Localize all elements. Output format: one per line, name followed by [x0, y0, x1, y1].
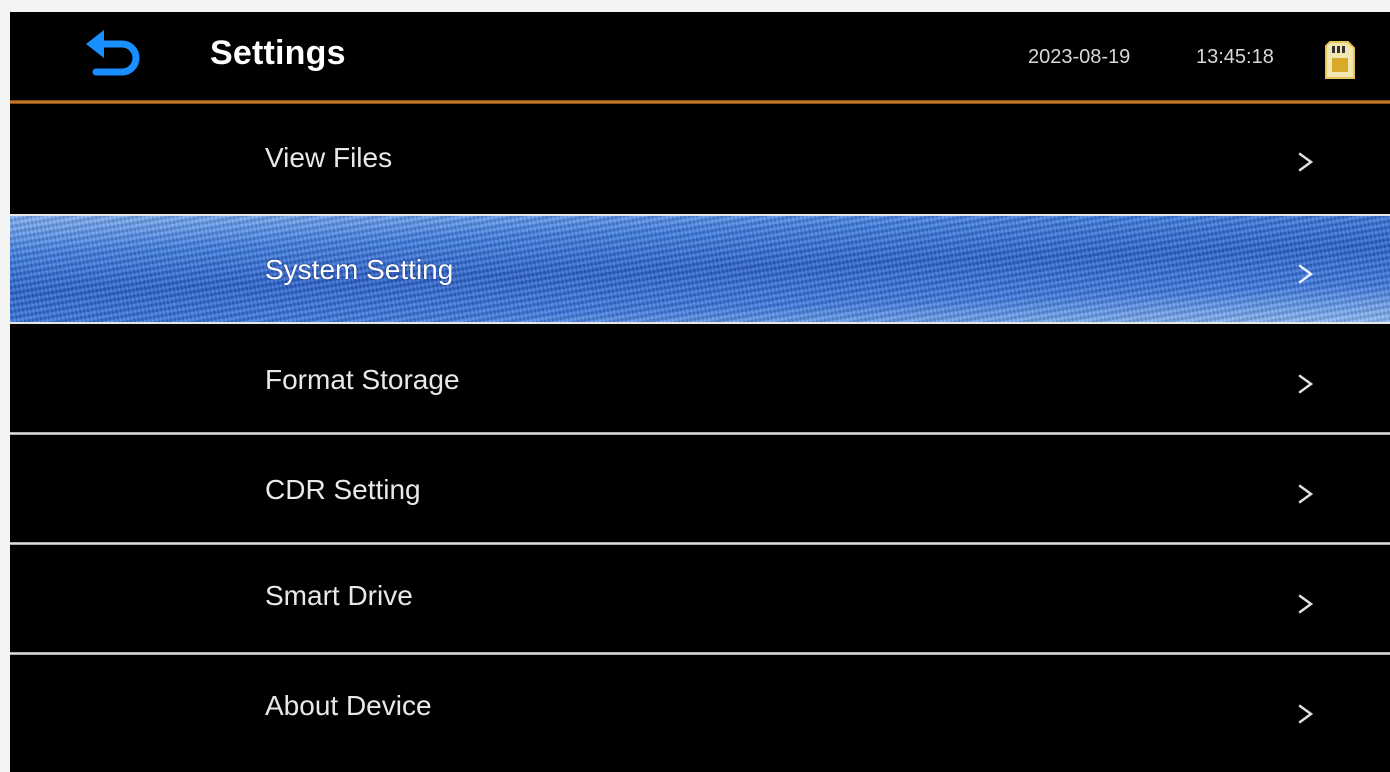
chevron-right-icon	[1298, 484, 1314, 504]
menu-item-system-setting[interactable]: System Setting	[10, 214, 1390, 324]
menu-item-cdr-setting[interactable]: CDR Setting	[10, 436, 1390, 546]
chevron-right-icon	[1298, 374, 1314, 394]
page-title: Settings	[210, 34, 346, 72]
menu-item-label: System Setting	[265, 254, 454, 285]
back-button[interactable]	[78, 26, 150, 86]
menu-item-label: Format Storage	[265, 364, 460, 395]
settings-screen: Settings 2023-08-19 13:45:18 View Files …	[10, 12, 1390, 772]
chevron-right-icon	[1298, 264, 1314, 284]
menu-item-about-device[interactable]: About Device	[10, 656, 1390, 766]
date-display: 2023-08-19	[1028, 46, 1131, 68]
menu-item-smart-drive[interactable]: Smart Drive	[10, 546, 1390, 656]
chevron-right-icon	[1298, 594, 1314, 614]
menu-item-label: View Files	[265, 142, 393, 173]
header-bar: Settings 2023-08-19 13:45:18	[10, 12, 1390, 100]
menu-item-label: About Device	[265, 690, 432, 721]
chevron-right-icon	[1298, 704, 1314, 724]
chevron-right-icon	[1298, 152, 1314, 172]
time-display: 13:45:18	[1196, 46, 1274, 68]
sd-card-icon	[1325, 41, 1355, 79]
menu-divider	[10, 432, 1390, 435]
back-arrow-icon	[86, 30, 140, 76]
menu-divider	[10, 652, 1390, 655]
settings-menu: View Files System Setting Format Storage…	[10, 104, 1390, 772]
menu-item-label: Smart Drive	[265, 580, 413, 611]
menu-item-view-files[interactable]: View Files	[10, 104, 1390, 214]
menu-divider	[10, 542, 1390, 545]
menu-item-format-storage[interactable]: Format Storage	[10, 326, 1390, 436]
menu-item-label: CDR Setting	[265, 474, 421, 505]
